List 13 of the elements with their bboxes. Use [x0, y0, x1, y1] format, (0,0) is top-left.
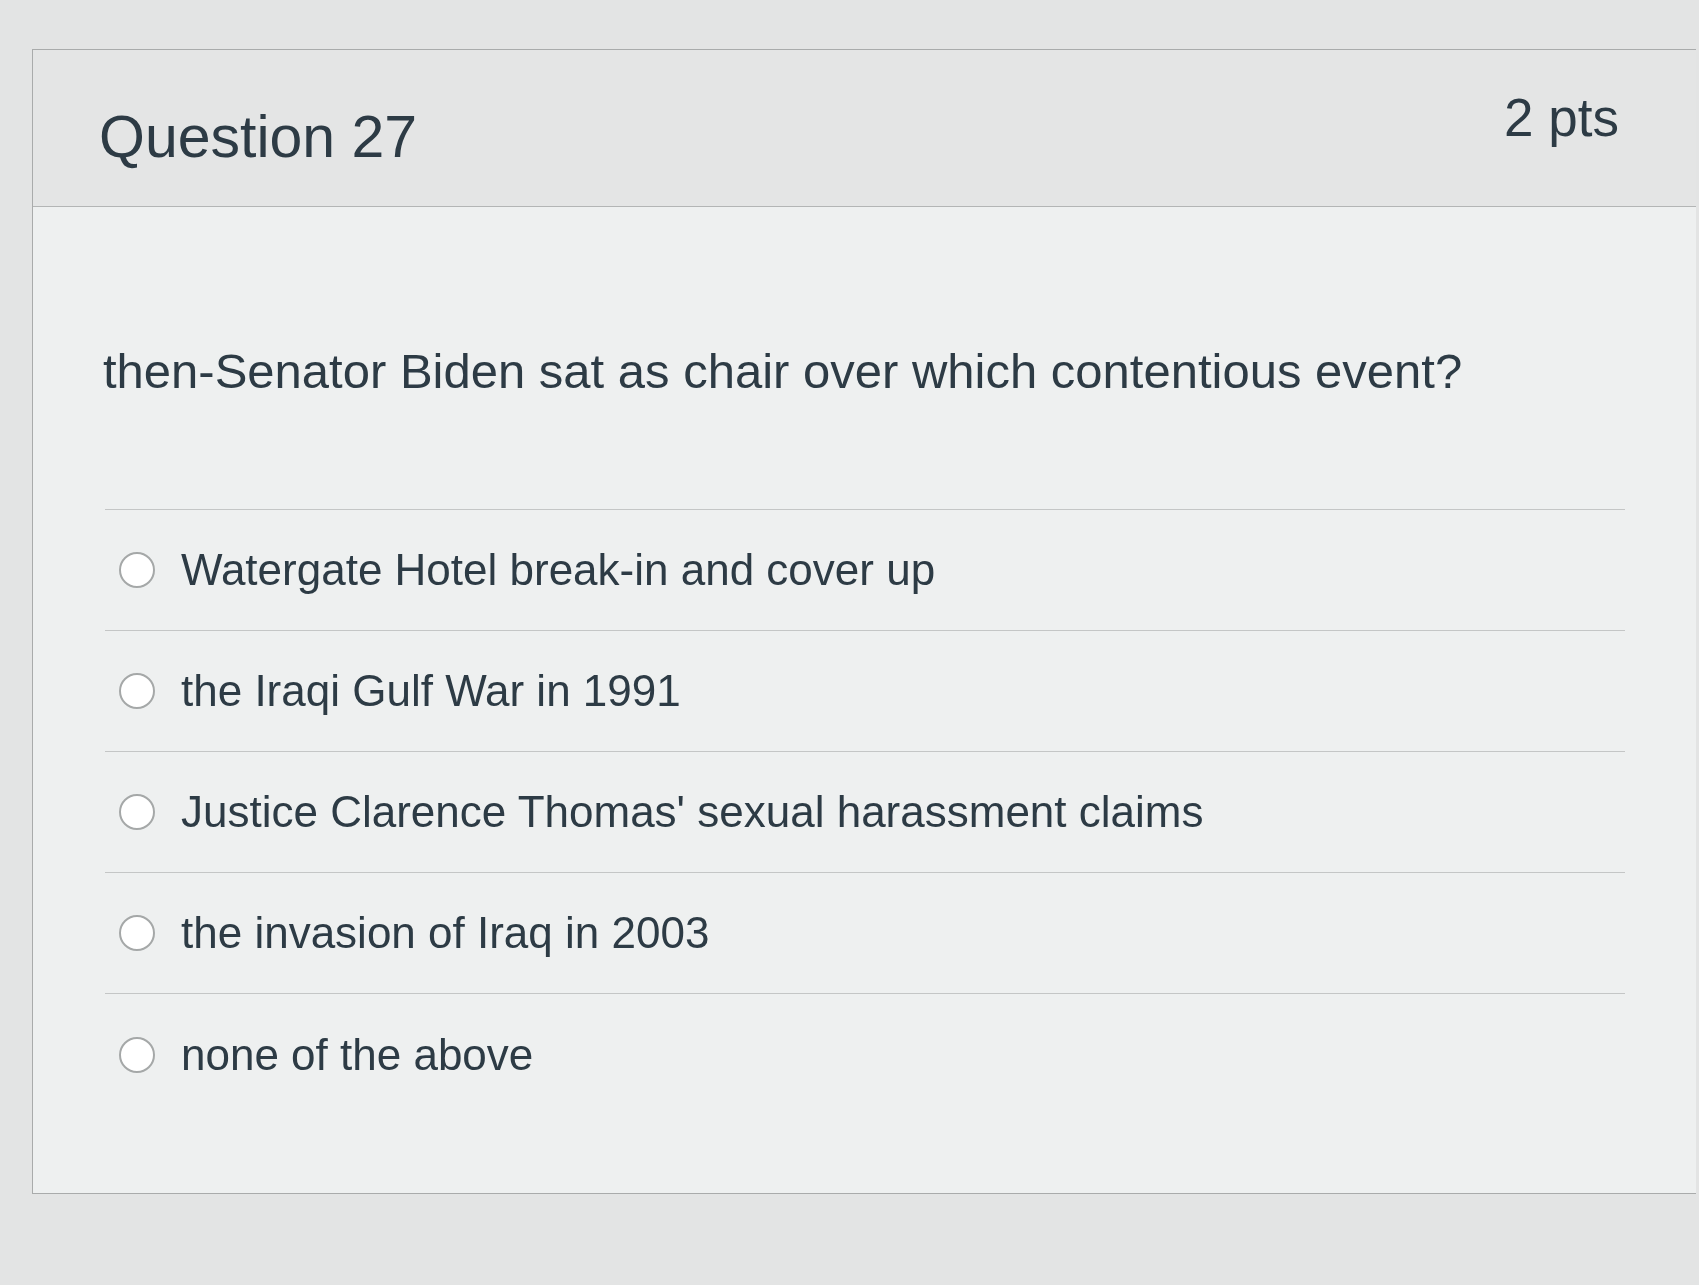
- answer-label[interactable]: none of the above: [181, 1028, 534, 1081]
- question-title: Question 27: [99, 104, 418, 170]
- answer-label[interactable]: the invasion of Iraq in 2003: [181, 907, 710, 959]
- answer-label[interactable]: Justice Clarence Thomas' sexual harassment claims: [181, 786, 1204, 838]
- radio-button[interactable]: [119, 552, 155, 588]
- radio-button[interactable]: [119, 915, 155, 951]
- answer-label[interactable]: Watergate Hotel break-in and cover up: [181, 544, 936, 596]
- question-text: then-Senator Biden sat as chair over which contentious event?: [103, 343, 1463, 399]
- answer-label[interactable]: the Iraqi Gulf War in 1991: [181, 665, 681, 717]
- radio-button[interactable]: [119, 794, 155, 830]
- radio-button[interactable]: [119, 1036, 155, 1073]
- points-label: 2 pts: [1504, 88, 1619, 148]
- radio-button[interactable]: [119, 673, 155, 709]
